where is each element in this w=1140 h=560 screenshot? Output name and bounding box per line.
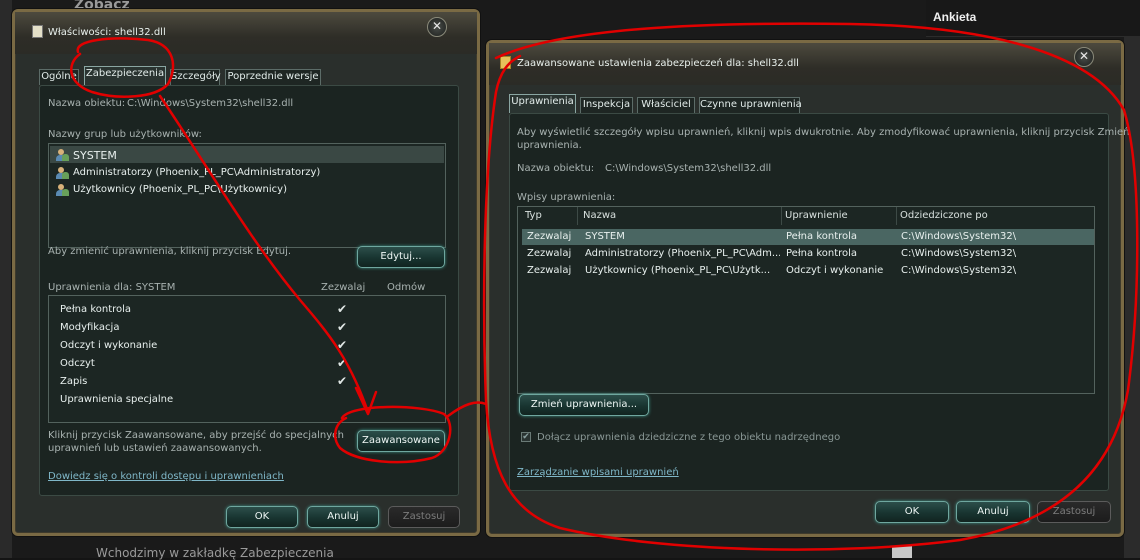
table-cell: Użytkownicy (Phoenix_PL_PC\Użytk... [585,265,771,276]
allow-check-icon: ✔ [337,338,348,352]
advanced-button[interactable]: Zaawansowane [357,430,445,452]
include-inherited-label: Dołącz uprawnienia dziedziczne z tego ob… [537,432,841,443]
advanced-hint-line1: Kliknij przycisk Zaawansowane, aby przej… [48,430,345,441]
tab-effective-permissions[interactable]: Czynne uprawnienia [699,97,802,113]
permissions-list: Pełna kontrola ✔ Modyfikacja ✔ Odczyt i … [48,295,446,423]
users-icon [55,149,69,161]
apply-button[interactable]: Zastosuj [388,506,460,528]
group-item-administrators[interactable]: Administratorzy (Phoenix_PL_PC\Administr… [73,167,320,178]
edit-button[interactable]: Edytuj... [357,246,445,268]
tab-previous-versions[interactable]: Poprzednie wersje [225,69,321,85]
advanced-security-window: Zaawansowane ustawienia zabezpieczeń dla… [486,40,1129,537]
allow-check-icon: ✔ [337,374,348,388]
column-header-inherited[interactable]: Odziedziczone po [897,207,1094,225]
groups-label: Nazwy grup lub użytkowników: [48,129,202,140]
tab-auditing[interactable]: Inspekcja [580,97,633,113]
column-header-name[interactable]: Nazwa [580,207,782,225]
column-header-permission[interactable]: Uprawnienie [782,207,897,225]
permission-name: Zapis [60,376,88,387]
advanced-hint-line2: uprawnień lub ustawień zaawansowanych. [48,443,262,454]
table-cell: C:\Windows\System32\ [901,248,1017,259]
column-header-type[interactable]: Typ [522,207,578,225]
table-cell: Zezwalaj [527,231,572,242]
ok-button[interactable]: OK [226,506,298,528]
tab-details[interactable]: Szczegóły [170,69,221,85]
tab-general[interactable]: Ogólne [39,69,79,85]
object-name-label: Nazwa obiektu: [48,98,126,109]
group-item-system[interactable]: SYSTEM [73,149,117,162]
allow-column-header: Zezwalaj [321,282,366,293]
close-icon[interactable]: ✕ [1074,47,1094,67]
users-icon [55,184,69,196]
table-cell: C:\Windows\System32\ [901,265,1017,276]
info-text-line1: Aby wyświetlić szczegóły wpisu uprawnień… [517,127,1130,138]
folder-icon [500,56,511,69]
table-cell: Pełna kontrola [786,248,858,259]
include-inherited-checkbox[interactable]: ✔ [521,432,531,442]
ankieta-heading: Ankieta [933,10,977,24]
properties-window: Właściwości: shell32.dll ✕ Ogólne Zabezp… [12,9,480,536]
background-left-strip [0,0,12,558]
change-permissions-button[interactable]: Zmień uprawnienia... [519,394,649,416]
permission-name: Odczyt [60,358,95,369]
tab-owner[interactable]: Właściciel [637,97,695,113]
object-name-value: C:\Windows\System32\shell32.dll [127,98,294,109]
permission-name: Modyfikacja [60,322,120,333]
deny-column-header: Odmów [387,282,426,293]
manage-entries-link[interactable]: Zarządzanie wpisami uprawnień [517,467,679,478]
background-bottom-button[interactable] [892,546,912,558]
adv-apply-button[interactable]: Zastosuj [1037,501,1111,523]
permission-entries-table: Typ Nazwa Uprawnienie Odziedziczone po Z… [517,206,1095,394]
properties-title: Właściwości: shell32.dll [48,27,166,38]
advanced-title: Zaawansowane ustawienia zabezpieczeń dla… [517,58,799,69]
adv-ok-button[interactable]: OK [875,501,949,523]
group-item-users[interactable]: Użytkownicy (Phoenix_PL_PC\Użytkownicy) [73,184,287,195]
table-cell: Zezwalaj [527,248,572,259]
permissions-for-label: Uprawnienia dla: SYSTEM [48,282,176,293]
adv-object-name-label: Nazwa obiektu: [517,163,595,174]
tab-permissions[interactable]: Uprawnienia [509,94,576,113]
tab-security[interactable]: Zabezpieczenia [84,66,166,85]
info-text-line2: uprawnienia. [517,140,582,151]
allow-check-icon: ✔ [337,356,348,370]
allow-check-icon: ✔ [337,302,348,316]
table-cell: Pełna kontrola [786,231,858,242]
table-cell: Odczyt i wykonanie [786,265,884,276]
cancel-button[interactable]: Anuluj [307,506,379,528]
adv-cancel-button[interactable]: Anuluj [956,501,1030,523]
file-icon [32,25,43,38]
adv-object-name-value: C:\Windows\System32\shell32.dll [605,163,772,174]
permission-name: Odczyt i wykonanie [60,340,158,351]
edit-hint: Aby zmienić uprawnienia, kliknij przycis… [48,246,292,257]
table-cell: Administratorzy (Phoenix_PL_PC\Adm... [585,248,780,259]
groups-list[interactable]: SYSTEM Administratorzy (Phoenix_PL_PC\Ad… [48,143,446,248]
users-icon [55,167,69,179]
permission-name: Pełna kontrola [60,304,132,315]
entries-label: Wpisy uprawnienia: [517,192,616,203]
table-cell: SYSTEM [585,231,625,242]
table-cell: Zezwalaj [527,265,572,276]
allow-check-icon: ✔ [337,320,348,334]
background-right-column [1124,36,1140,558]
table-cell: C:\Windows\System32\ [901,231,1017,242]
close-icon[interactable]: ✕ [427,17,447,37]
permission-name: Uprawnienia specjalne [60,394,174,405]
learn-access-control-link[interactable]: Dowiedz się o kontroli dostępu i uprawni… [48,471,284,482]
